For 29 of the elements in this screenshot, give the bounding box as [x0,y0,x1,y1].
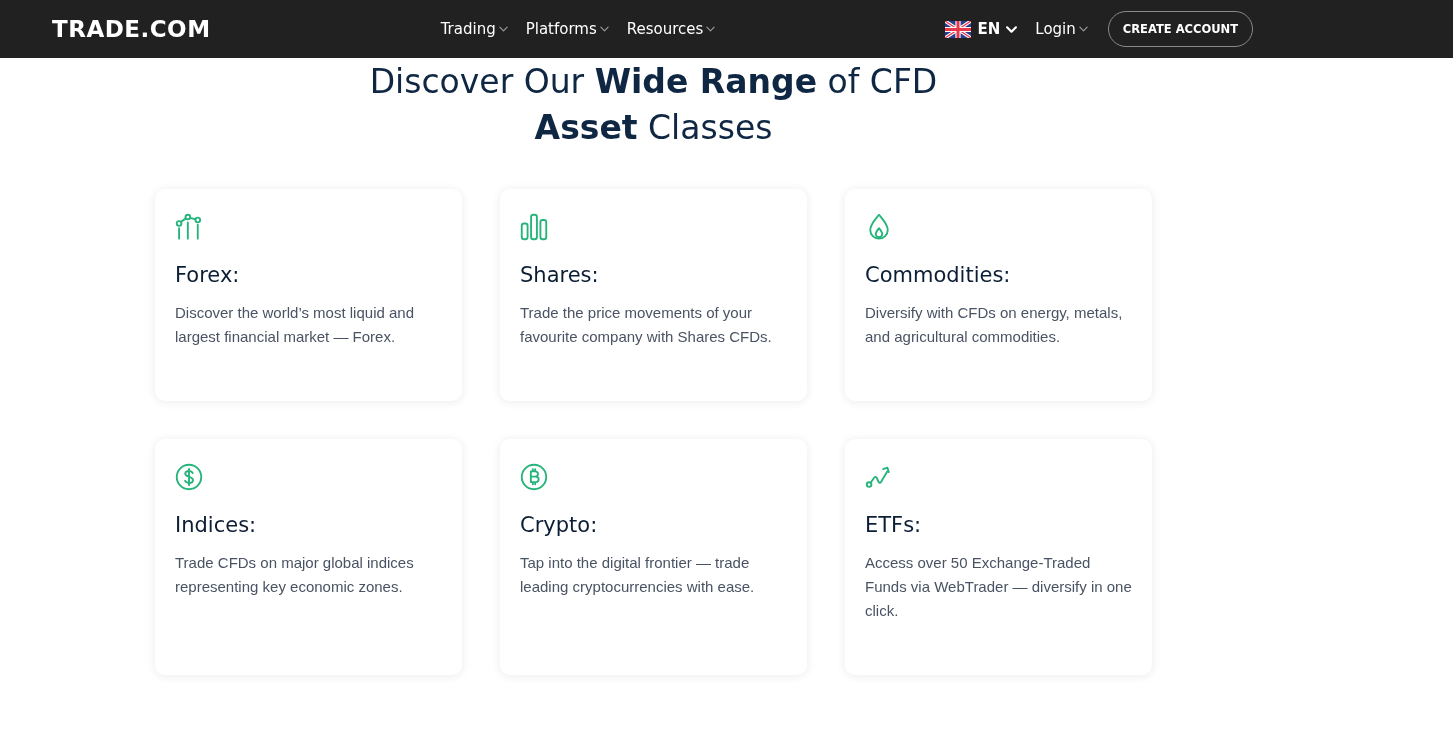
card-title: ETFs: [865,512,923,539]
card-title: Commodities: [865,262,1012,289]
nav-menu-item[interactable]: Platforms [525,20,609,38]
card-title: Crypto: [520,512,599,539]
section-heading: Discover Our Wide Range of CFD Asset Classes [368,61,939,149]
dollar-circle-icon [175,463,203,491]
card-description: Access over 50 Exchange-Traded Funds via WebTrader — diversify in one click. [865,553,1132,621]
flag-icon [945,20,972,38]
card-description: Trade CFDs on major global indices representing key economic zones. [175,553,415,597]
card-title: Forex: [175,262,241,289]
chevron-down-icon [498,26,508,32]
nav-menu-item[interactable]: Resources [626,20,716,38]
chevron-down-icon [599,26,609,32]
chevron-down-icon [1078,26,1088,32]
card-description: Tap into the digital frontier — trade leading cryptocurrencies with ease. [520,553,756,597]
chevron-down-icon [706,26,716,32]
login-button[interactable]: Login [1035,20,1088,38]
nav-menu-item[interactable]: Trading [440,20,508,38]
card-title: Indices: [175,512,258,539]
card-title: Shares: [520,262,600,289]
logo[interactable]: TRADE.COM [52,16,211,42]
card-description: Trade the price movements of your favourite company with Shares CFDs. [520,303,773,347]
bar-chart-icon [520,213,548,241]
chart-nodes-icon [175,213,203,241]
card-description: Diversify with CFDs on energy, metals, and agricultural commodities. [865,303,1124,347]
chevron-down-icon [1006,25,1018,33]
bitcoin-icon [520,463,548,491]
language-selector[interactable]: EN [945,20,1018,38]
card-description: Discover the world’s most liquid and largest financial market — Forex. [175,303,415,347]
